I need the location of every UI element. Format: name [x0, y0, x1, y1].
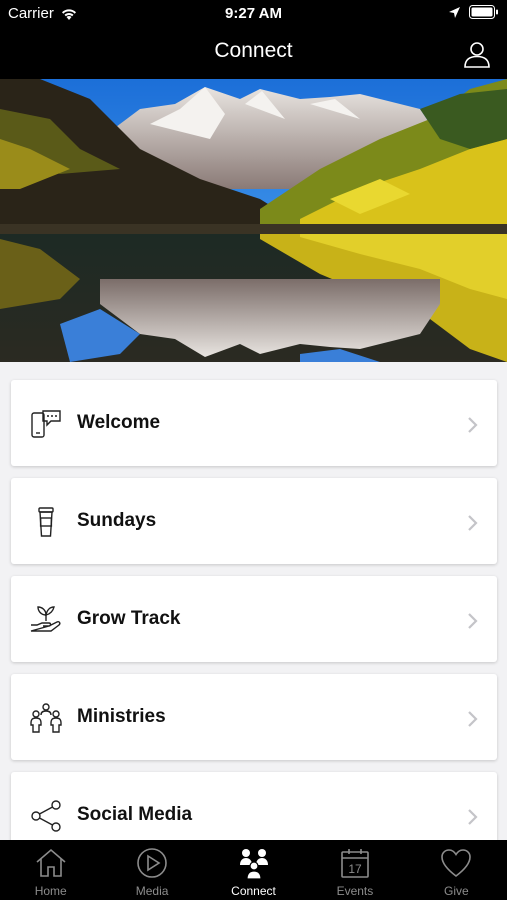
share-icon	[31, 800, 61, 832]
battery-icon	[469, 5, 498, 19]
tab-label: Media	[135, 884, 169, 898]
chevron-right-icon	[468, 809, 478, 825]
chevron-right-icon	[468, 515, 478, 531]
status-bar: Carrier 9:27 AM	[0, 0, 507, 28]
tab-label: Connect	[231, 884, 276, 898]
tab-bar: Home Media Connect 17 Events Give	[0, 840, 507, 900]
tab-label: Events	[336, 884, 374, 898]
people-group-icon	[30, 703, 62, 733]
menu-item-ministries[interactable]: Ministries	[11, 674, 497, 760]
status-right	[448, 5, 499, 19]
chevron-right-icon	[468, 417, 478, 433]
chevron-right-icon	[468, 711, 478, 727]
menu-item-label: Sundays	[77, 510, 157, 531]
status-time: 9:27 AM	[225, 5, 282, 22]
tab-media[interactable]: Media	[101, 840, 202, 900]
location-arrow-icon	[449, 6, 460, 18]
profile-button[interactable]	[463, 40, 491, 68]
tab-label: Give	[443, 884, 469, 898]
tab-connect[interactable]: Connect	[203, 840, 304, 900]
play-icon	[137, 848, 167, 878]
home-icon	[36, 848, 66, 877]
phone-chat-icon	[31, 410, 61, 438]
calendar-day: 17	[348, 862, 362, 876]
tab-label: Home	[34, 884, 67, 898]
people-icon	[239, 849, 268, 880]
tab-give[interactable]: Give	[406, 840, 507, 900]
hero-image	[0, 79, 507, 362]
menu-item-label: Ministries	[77, 706, 166, 727]
chevron-right-icon	[468, 613, 478, 629]
menu-item-welcome[interactable]: Welcome	[11, 380, 497, 466]
menu-item-label: Welcome	[77, 412, 161, 433]
page-title: Connect	[214, 39, 293, 62]
coffee-cup-icon	[38, 507, 54, 537]
tab-home[interactable]: Home	[0, 840, 101, 900]
menu-item-sundays[interactable]: Sundays	[11, 478, 497, 564]
menu-item-label: Social Media	[77, 804, 193, 825]
calendar-icon: 17	[341, 849, 369, 878]
tab-events[interactable]: 17 Events	[304, 840, 405, 900]
hand-plant-icon	[30, 606, 61, 632]
user-icon	[464, 42, 490, 68]
mountain-lake-photo	[0, 79, 507, 362]
heart-icon	[441, 849, 472, 878]
menu-item-grow-track[interactable]: Grow Track	[11, 576, 497, 662]
menu-item-label: Grow Track	[77, 608, 181, 629]
nav-bar: Connect	[0, 28, 507, 79]
